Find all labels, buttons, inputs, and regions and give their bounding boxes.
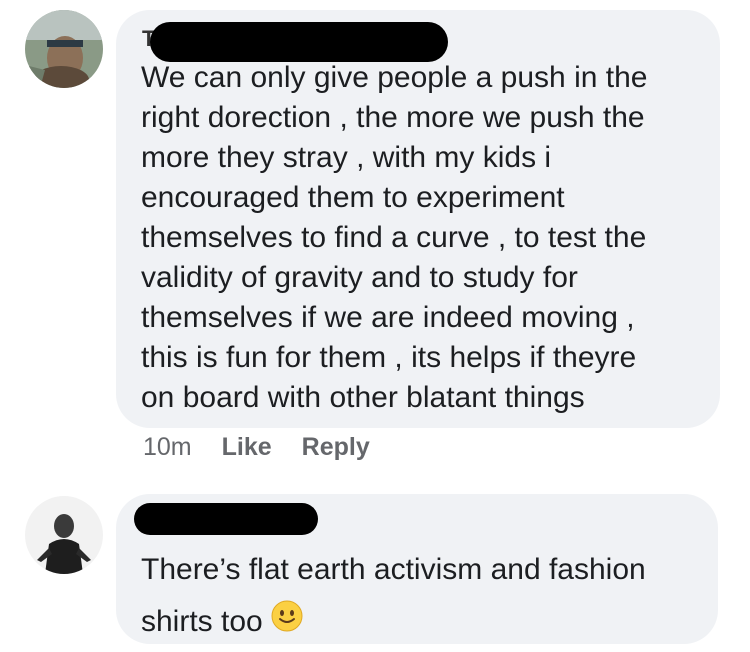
like-button[interactable]: Like [222,433,272,462]
avatar[interactable] [25,496,103,574]
comment-text-content: There’s flat earth activism and fashion … [141,553,646,638]
profile-photo-icon [25,10,103,88]
comment-text: There’s flat earth activism and fashion … [141,544,711,649]
slightly-smiling-face-icon [271,597,303,649]
redaction-bar [134,503,318,535]
comment-actions: 10m Like Reply [143,432,370,462]
redaction-bar [150,22,448,62]
comment-text: We can only give people a push in the ri… [141,61,648,414]
profile-photo-icon [25,496,103,574]
avatar[interactable] [25,10,103,88]
comment-timestamp[interactable]: 10m [143,433,192,462]
reply-button[interactable]: Reply [302,433,370,462]
